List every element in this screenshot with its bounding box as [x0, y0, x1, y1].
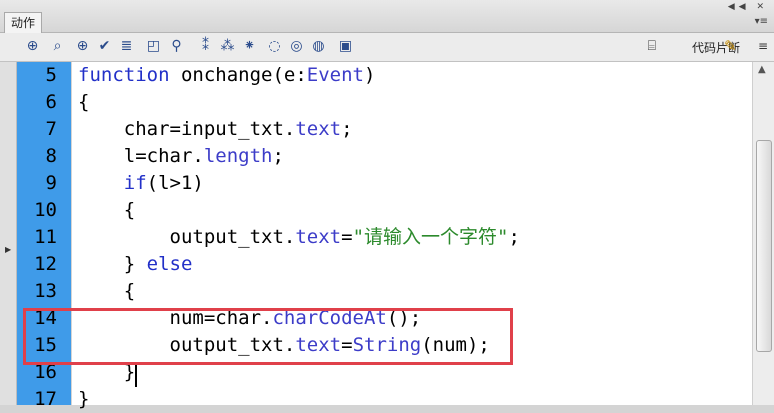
line-number: 8 [45, 145, 57, 167]
code-token: { [78, 280, 136, 302]
tab-actions[interactable]: 动作 [4, 12, 43, 33]
line-number: 17 [34, 388, 57, 410]
find-icon[interactable]: ⌕ [49, 38, 66, 55]
window-controls[interactable]: ◀◀ ✕ [728, 2, 768, 12]
line-number: 7 [45, 118, 57, 140]
line-number: 12 [34, 253, 57, 275]
code-token: text [295, 226, 342, 248]
code-token: { [78, 91, 90, 113]
code-line[interactable]: if(l>1) [78, 170, 204, 197]
code-line[interactable]: { [78, 89, 89, 116]
code-token: length [203, 145, 273, 167]
toolbox-collapse-bar[interactable]: ▶ [0, 62, 17, 405]
code-token: ; [272, 145, 284, 167]
code-token: "请输入一个字符" [352, 226, 509, 248]
highlight-box [23, 308, 513, 365]
line-number: 5 [45, 64, 57, 86]
code-token: { [78, 199, 136, 221]
target-path-icon[interactable]: ⊕ [74, 38, 91, 55]
code-token: output_txt. [78, 226, 296, 248]
scroll-up-icon[interactable]: ▲ [758, 64, 766, 75]
code-token: = [341, 226, 353, 248]
code-token: if [123, 172, 147, 194]
line-number: 9 [45, 172, 57, 194]
code-token: } [78, 253, 147, 275]
apply-line-comment-icon[interactable]: ◎ [288, 38, 305, 55]
panel-title-bar: 动作 ◀◀ ✕ ▾≡ [0, 0, 774, 33]
line-number: 13 [34, 280, 57, 302]
line-number: 11 [34, 226, 57, 248]
collapse-braces-icon[interactable]: ⁑ [197, 38, 214, 55]
code-line[interactable]: } [78, 386, 89, 413]
code-token: ; [508, 226, 520, 248]
scroll-thumb[interactable] [756, 140, 772, 352]
code-token: (l>1) [146, 172, 204, 194]
code-line[interactable]: } else [78, 251, 193, 278]
apply-block-comment-icon[interactable]: ◌ [266, 38, 283, 55]
panel-menu-icon[interactable]: ▾≡ [755, 16, 768, 27]
script-assist-wand-icon[interactable]: ✎ [724, 37, 742, 55]
expand-all-icon[interactable]: ⁕ [241, 38, 258, 55]
code-line[interactable]: l=char.length; [78, 143, 284, 170]
code-token: l=char. [78, 145, 204, 167]
collapse-selection-icon[interactable]: ⁂ [219, 38, 236, 55]
code-token: char=input_txt. [78, 118, 296, 140]
code-token: ; [341, 118, 353, 140]
code-token: Event [306, 64, 364, 86]
line-number: 10 [34, 199, 57, 221]
code-token: else [146, 253, 193, 275]
expand-arrow-icon[interactable]: ▶ [5, 245, 11, 254]
add-statement-icon[interactable]: ⊕ [24, 38, 41, 55]
show-hide-toolbox-icon[interactable]: ▣ [337, 38, 354, 55]
code-snippets-icon[interactable]: ⌸ [648, 38, 656, 54]
code-line[interactable]: output_txt.text="请输入一个字符"; [78, 224, 520, 251]
text-caret [135, 365, 137, 387]
code-line[interactable]: function onchange(e:Event) [78, 62, 375, 89]
vertical-scrollbar[interactable]: ▲ [752, 62, 774, 405]
remove-comment-icon[interactable]: ◍ [310, 38, 327, 55]
code-token: onchange(e: [169, 64, 307, 86]
code-line[interactable]: { [78, 278, 135, 305]
debug-options-icon[interactable]: ⚲ [168, 38, 185, 55]
options-menu-icon[interactable]: ≡ [758, 39, 768, 53]
actions-toolbar: ⊕ ⌕ ⊕ ✔ ≣ ◰ ⚲ ⁑ ⁂ ⁕ ◌ ◎ ◍ ▣ ⌸ 代码片断 ✎ ≡ [0, 33, 774, 62]
code-token: function [78, 64, 170, 86]
auto-format-icon[interactable]: ≣ [118, 38, 135, 55]
check-syntax-icon[interactable]: ✔ [96, 38, 113, 55]
line-number: 6 [45, 91, 57, 113]
code-token: text [295, 118, 342, 140]
code-token: ) [364, 64, 376, 86]
code-hint-icon[interactable]: ◰ [145, 38, 162, 55]
code-line[interactable]: char=input_txt.text; [78, 116, 353, 143]
code-line[interactable]: { [78, 197, 135, 224]
code-token: } [78, 388, 90, 410]
